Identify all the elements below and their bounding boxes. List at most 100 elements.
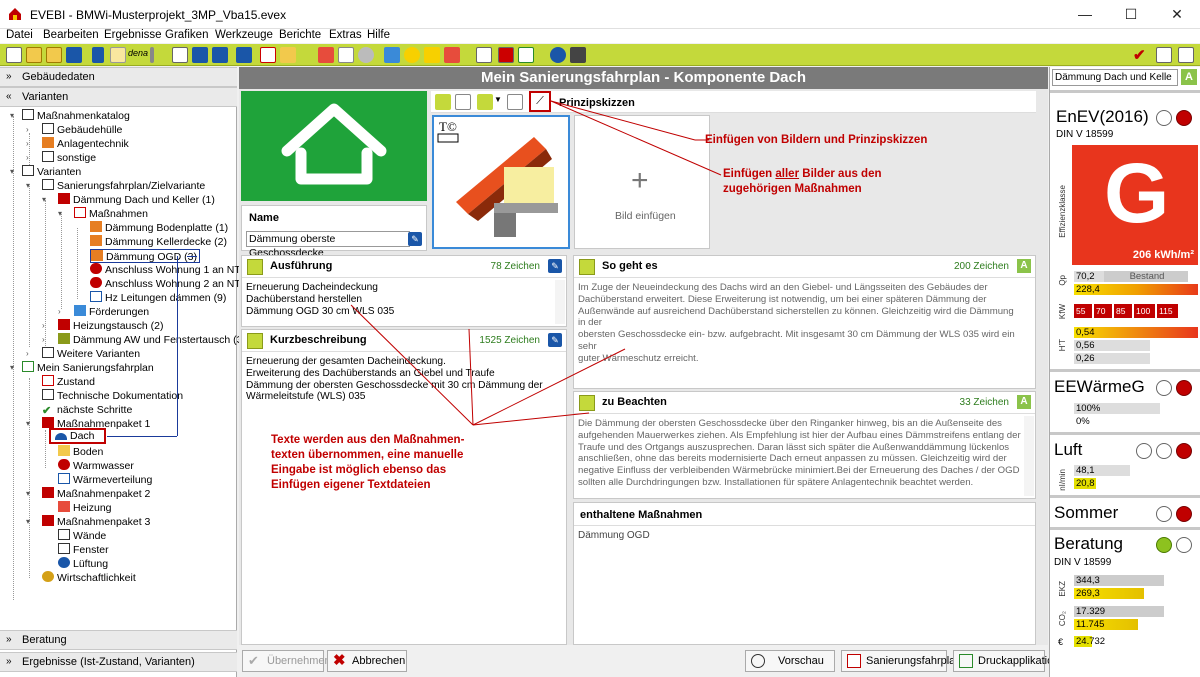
pipe-icon (90, 277, 102, 288)
tree-item-varianten[interactable]: Varianten (22, 165, 81, 179)
section-gebaeudedaten[interactable]: » Gebäudedaten (0, 67, 237, 87)
sun-icon[interactable] (404, 47, 420, 63)
tree-item-warmwasser[interactable]: Warmwasser (58, 459, 134, 473)
tree-item-heizungstausch[interactable]: Heizungstausch (2) (58, 319, 163, 333)
insulation-icon (91, 250, 103, 261)
undo-icon[interactable] (92, 47, 104, 63)
tree-item-massnahmenkatalog[interactable]: Maßnahmenkatalog (22, 109, 130, 123)
tree-item-weitere-varianten[interactable]: Weitere Varianten (42, 347, 140, 361)
tree-item-massnahmenpaket-2[interactable]: Maßnahmenpaket 2 (42, 487, 150, 501)
checkmark-icon[interactable]: ✔ (1133, 46, 1146, 64)
tree-item-technische-dokumentation[interactable]: Technische Dokumentation (42, 389, 183, 403)
ekz-label: EKZ (1058, 581, 1067, 597)
house-icon[interactable] (518, 47, 534, 63)
kfw-100: 100 (1134, 304, 1155, 318)
menu-grafiken[interactable]: Grafiken (165, 29, 208, 41)
info-icon[interactable] (570, 47, 586, 63)
chart-icon[interactable] (498, 47, 514, 63)
dena-icon[interactable]: dena (128, 48, 148, 58)
tree-item-boden[interactable]: Boden (58, 445, 103, 459)
tree-item-heizung[interactable]: Heizung (58, 501, 112, 515)
eewaermeg-value-1: 100% (1074, 403, 1160, 414)
tree-item-dach[interactable]: Dach (49, 428, 106, 444)
section-ergebnisse[interactable]: » Ergebnisse (Ist-Zustand, Varianten) (0, 652, 237, 672)
tree-item-fenster[interactable]: Fenster (58, 543, 109, 557)
new-icon[interactable] (6, 47, 22, 63)
lightning-icon[interactable] (424, 47, 440, 63)
menu-ergebnisse[interactable]: Ergebnisse (104, 29, 162, 41)
settings-icon[interactable] (358, 47, 374, 63)
sanierungsfahrplan-button[interactable]: Sanierungsfahrplan (841, 650, 961, 672)
next-icon[interactable] (236, 47, 252, 63)
tree-item-gebaeudehuelle[interactable]: Gebäudehülle (42, 123, 122, 137)
open-recent-icon[interactable] (46, 47, 62, 63)
menu-werkzeuge[interactable]: Werkzeuge (215, 29, 273, 41)
luft-title: Luft (1054, 440, 1083, 459)
fire-icon[interactable] (444, 47, 460, 63)
section-varianten[interactable]: «Varianten (0, 87, 237, 107)
energy-value: 206 kWh/m² (1132, 249, 1194, 261)
tree-item-daemmung-aw[interactable]: Dämmung AW und Fenstertausch (3) (58, 333, 246, 347)
druckapplikation-button[interactable]: Druckapplikation (953, 650, 1059, 672)
qp-value-2: 228,4 (1074, 284, 1198, 295)
menu-datei[interactable]: Datei (6, 29, 33, 41)
tree-item-anschluss-2[interactable]: Anschluss Wohnung 2 an NT ( (90, 277, 247, 291)
heating-icon[interactable] (318, 47, 334, 63)
tree-item-anschluss-1[interactable]: Anschluss Wohnung 1 an NT ( (90, 263, 247, 277)
tree-item-wirtschaftlichkeit[interactable]: Wirtschaftlichkeit (42, 571, 136, 585)
building-icon[interactable] (260, 47, 276, 63)
tree-item-daemmung-dach-keller[interactable]: Dämmung Dach und Keller (1) (58, 193, 215, 207)
variant-dropdown[interactable]: Dämmung Dach und Kelle (1052, 69, 1178, 86)
tree-item-waermeverteilung[interactable]: Wärmeverteilung (58, 473, 152, 487)
vorschau-button[interactable]: Vorschau (745, 650, 835, 672)
qp-label: Qp (1058, 275, 1067, 286)
save-icon[interactable] (66, 47, 82, 63)
fan-icon[interactable] (384, 47, 400, 63)
tree-item-anlagentechnik[interactable]: Anlagentechnik (42, 137, 129, 151)
tree-item-mein-sanierungsfahrplan[interactable]: Mein Sanierungsfahrplan (22, 361, 154, 375)
tree-item-daemmung-ogd[interactable]: Dämmung OGD (3) (90, 249, 201, 263)
tree-item-sanierungsfahrplan[interactable]: Sanierungsfahrplan/Zielvariante (42, 179, 205, 193)
tree-item-bodenplatte[interactable]: Dämmung Bodenplatte (1) (90, 221, 228, 235)
exit-icon[interactable] (1156, 47, 1172, 63)
tree-item-naechste-schritte[interactable]: ✔ nächste Schritte (42, 403, 132, 417)
import-icon[interactable] (212, 47, 228, 63)
minimize-button[interactable]: — (1062, 0, 1108, 29)
a-icon[interactable]: A (1181, 69, 1197, 85)
abbrechen-button[interactable]: ✖ Abbrechen (327, 650, 407, 672)
open-folder-icon[interactable] (26, 47, 42, 63)
window-icon[interactable] (280, 47, 296, 63)
list-icon[interactable] (172, 47, 188, 63)
graph-icon[interactable] (1178, 47, 1194, 63)
export-icon[interactable] (192, 47, 208, 63)
menu-bar: Datei Bearbeiten Ergebnisse Grafiken Wer… (0, 29, 1200, 43)
menu-hilfe[interactable]: Hilfe (367, 29, 390, 41)
menu-berichte[interactable]: Berichte (279, 29, 321, 41)
distribution-icon (58, 473, 70, 484)
section-beratung[interactable]: » Beratung (0, 630, 237, 650)
euro-value: 24.732 (1074, 636, 1106, 647)
tree-item-zustand[interactable]: Zustand (42, 375, 95, 389)
tree-item-foerderungen[interactable]: Förderungen (74, 305, 149, 319)
status-circle-empty (1156, 506, 1172, 522)
help-icon[interactable] (550, 47, 566, 63)
pipe-icon[interactable] (338, 47, 354, 63)
measures-icon (74, 207, 86, 218)
tree-item-lueftung[interactable]: Lüftung (58, 557, 108, 571)
tree-item-waende[interactable]: Wände (58, 529, 106, 543)
package-icon (42, 515, 54, 526)
tree-item-kellerdecke[interactable]: Dämmung Kellerdecke (2) (90, 235, 227, 249)
tool-icon[interactable] (150, 47, 154, 63)
tree-item-massnahmenpaket-3[interactable]: Maßnahmenpaket 3 (42, 515, 150, 529)
tree-item-hz-leitungen[interactable]: Hz Leitungen dämmen (9) (90, 291, 226, 305)
tree-item-sonstige[interactable]: sonstige (42, 151, 96, 165)
maximize-button[interactable]: ☐ (1108, 0, 1154, 29)
menu-bearbeiten[interactable]: Bearbeiten (43, 29, 99, 41)
menu-extras[interactable]: Extras (329, 29, 362, 41)
edit-icon[interactable] (110, 47, 126, 63)
close-button[interactable]: ✕ (1154, 0, 1200, 29)
status-circle-empty (1156, 443, 1172, 459)
uebernehmen-button[interactable]: ✔ Übernehmen (242, 650, 331, 672)
tree-item-massnahmen[interactable]: Maßnahmen (74, 207, 148, 221)
report-icon[interactable] (476, 47, 492, 63)
